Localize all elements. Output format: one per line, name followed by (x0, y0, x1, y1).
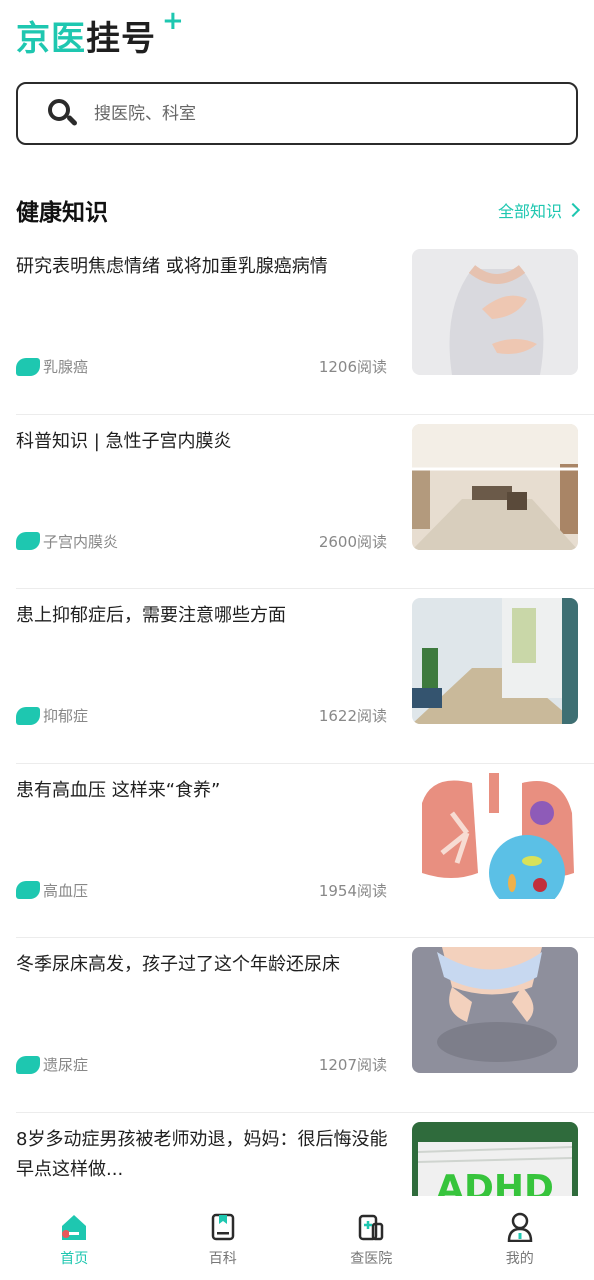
leaf-icon (16, 881, 40, 899)
tab-encyclopedia[interactable]: 百科 (149, 1196, 298, 1280)
article-tag-label: 高血压 (43, 881, 89, 900)
search-input[interactable] (94, 103, 534, 124)
article-tag: 抑郁症 (16, 705, 88, 726)
logo-text-secondary: 挂号 (86, 19, 156, 59)
article-thumbnail (412, 249, 578, 375)
section-title: 健康知识 (16, 200, 108, 226)
hospital-icon (357, 1212, 385, 1242)
article-thumbnail (412, 947, 578, 1073)
article-list: 研究表明焦虑情绪 或将加重乳腺癌病情 乳腺癌 1206阅读 科普知识 | 急性子… (16, 240, 594, 1280)
article-title: 冬季尿床高发，孩子过了这个年龄还尿床 (16, 954, 340, 975)
article-reads: 1954阅读 (318, 881, 387, 900)
book-icon (209, 1212, 237, 1242)
leaf-icon (16, 1055, 40, 1074)
article-title: 患上抑郁症后，需要注意哪些方面 (16, 605, 286, 626)
article-title: 科普知识 | 急性子宫内膜炎 (16, 430, 232, 452)
chevron-right-icon (565, 202, 581, 218)
app-logo: 京医挂号 (16, 14, 156, 64)
user-icon (506, 1212, 534, 1243)
tab-label: 百科 (208, 1251, 237, 1267)
search-icon (46, 97, 80, 131)
article-reads: 1206阅读 (318, 358, 387, 376)
article-thumbnail (412, 772, 578, 899)
leaf-icon (16, 532, 40, 550)
all-knowledge-link[interactable]: 全部知识 (497, 198, 581, 222)
search-bar[interactable] (16, 82, 578, 145)
app-header: 京医挂号 + (16, 6, 184, 64)
logo-text-primary: 京医 (16, 19, 86, 59)
article-tag-label: 子宫内膜炎 (43, 532, 119, 551)
tab-label: 查医院 (350, 1251, 393, 1267)
article-title: 8岁多动症男孩被老师劝退，妈妈：很后悔没能早点这样做... (16, 1128, 388, 1180)
article-reads: 1622阅读 (318, 707, 387, 725)
tab-home[interactable]: 首页 (0, 1196, 149, 1280)
section-header: 健康知识 全部知识 (16, 188, 581, 232)
article-item[interactable]: 研究表明焦虑情绪 或将加重乳腺癌病情 乳腺癌 1206阅读 (16, 240, 594, 415)
article-tag: 高血压 (16, 880, 88, 901)
article-thumbnail (412, 598, 578, 724)
logo-plus-mark: + (162, 6, 184, 36)
tab-profile[interactable]: 我的 (446, 1196, 594, 1280)
article-tag-label: 抑郁症 (43, 707, 89, 725)
tab-label: 我的 (505, 1251, 534, 1267)
article-tag: 子宫内膜炎 (16, 531, 118, 552)
home-icon (60, 1212, 88, 1242)
article-item[interactable]: 患上抑郁症后，需要注意哪些方面 抑郁症 1622阅读 (16, 589, 594, 764)
tab-find-hospital[interactable]: 查医院 (297, 1196, 446, 1280)
article-title: 研究表明焦虑情绪 或将加重乳腺癌病情 (16, 256, 328, 277)
tab-label: 首页 (60, 1251, 89, 1267)
leaf-icon (16, 357, 40, 376)
article-thumbnail (412, 423, 578, 550)
article-tag: 乳腺癌 (16, 356, 88, 377)
bottom-tab-bar: 首页 百科 查医院 我的 (0, 1196, 594, 1280)
article-tag-label: 遗尿症 (43, 1056, 89, 1074)
article-reads: 2600阅读 (318, 532, 387, 551)
article-tag-label: 乳腺癌 (43, 358, 89, 376)
leaf-icon (16, 706, 40, 725)
article-item[interactable]: 患有高血压 这样来“食养” 高血压 1954阅读 (16, 764, 594, 938)
article-item[interactable]: 冬季尿床高发，孩子过了这个年龄还尿床 遗尿症 1207阅读 (16, 938, 594, 1113)
article-reads: 1207阅读 (318, 1056, 387, 1074)
article-title: 患有高血压 这样来“食养” (16, 779, 221, 801)
article-item[interactable]: 科普知识 | 急性子宫内膜炎 子宫内膜炎 2600阅读 (16, 415, 594, 589)
article-tag: 遗尿症 (16, 1054, 88, 1075)
all-knowledge-label: 全部知识 (497, 202, 562, 221)
